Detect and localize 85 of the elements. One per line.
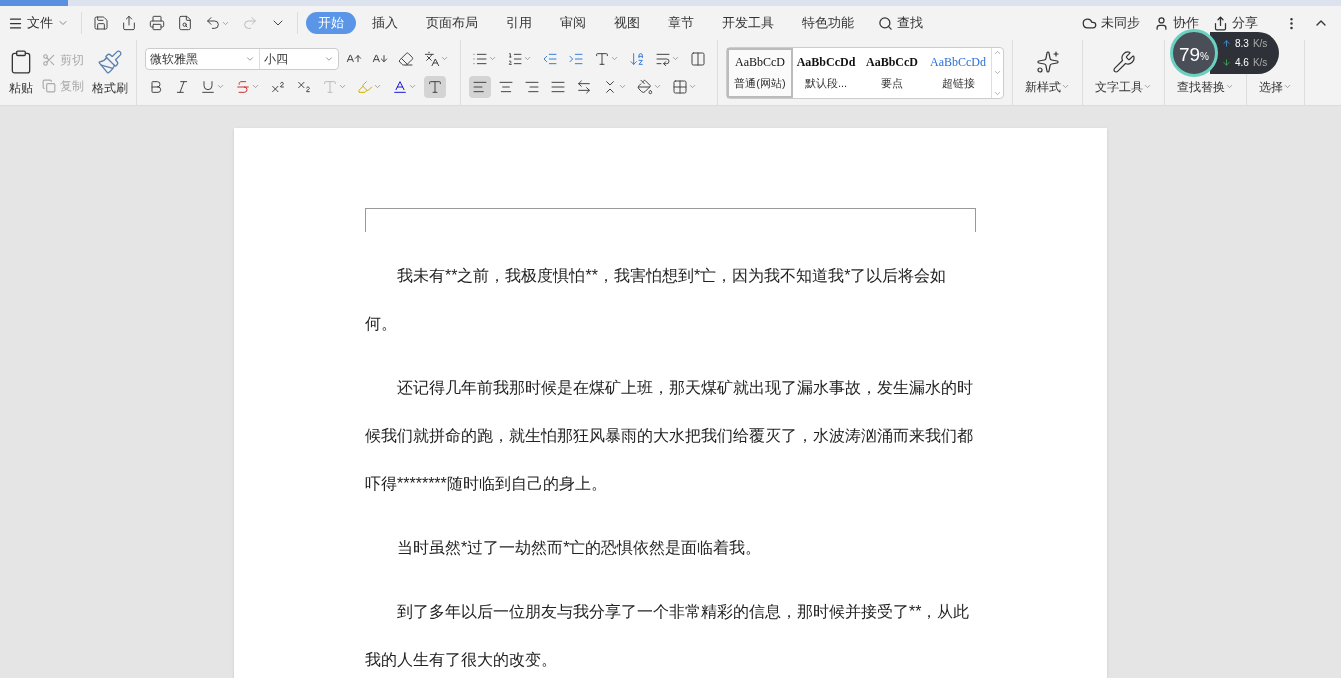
highlight-icon	[357, 78, 373, 95]
align-left-button[interactable]	[469, 75, 491, 98]
sync-button[interactable]: 未同步	[1082, 13, 1140, 33]
percent-value: 79	[1178, 45, 1201, 64]
print-icon	[149, 15, 165, 31]
paragraph: 到了多年以后一位朋友与我分享了一个非常精彩的信息，那时候并接受了**，从此我的人生有了很大的改变。	[365, 602, 971, 670]
caret-icon	[1225, 82, 1234, 91]
search-button[interactable]: 查找	[870, 13, 931, 33]
font-color-icon	[392, 78, 408, 95]
paragraph: 还记得几年前我那时候是在煤矿上班，那天煤矿就出现了漏水事故，发生漏水的时候我们就拼命的跑，就生怕那狂风暴雨的大水把我们给覆灭了，水波涛汹涌而来我们都吓得********随时临到自己的身上。	[365, 378, 974, 494]
caret-icon	[373, 82, 382, 91]
brush-icon	[97, 48, 123, 75]
share-button[interactable]: 分享	[1213, 13, 1258, 33]
caret-icon	[610, 54, 619, 63]
download-icon	[1222, 58, 1231, 67]
caret-icon	[653, 82, 662, 91]
borders-icon	[672, 78, 688, 95]
ribbon-tab[interactable]: 插入	[360, 12, 410, 34]
caret-icon	[338, 82, 347, 91]
speed-unit: K/s	[1252, 37, 1268, 51]
caret-icon	[408, 82, 417, 91]
copy-icon	[42, 78, 56, 93]
file-menu[interactable]: 文件	[8, 13, 77, 33]
caret-icon	[251, 82, 260, 91]
numbered-list-icon	[507, 50, 523, 67]
caret-icon	[671, 54, 680, 63]
collab-button[interactable]: 协作	[1154, 13, 1199, 33]
download-speed: 4.6	[1235, 56, 1249, 70]
style-item[interactable]: AaBbCcD 要点	[859, 47, 925, 98]
undo-icon	[205, 15, 221, 31]
scissors-icon	[42, 52, 56, 67]
eraser-icon	[398, 50, 414, 67]
ribbon-tab[interactable]: 审阅	[548, 12, 598, 34]
caret-icon	[216, 82, 225, 91]
char-shading-button[interactable]	[424, 75, 446, 98]
save-icon	[93, 15, 109, 31]
shading-icon	[637, 78, 653, 95]
format-painter-button[interactable]: 格式刷	[92, 48, 128, 97]
ribbon-tab[interactable]: 章节	[656, 12, 706, 34]
percent-sign: %	[1200, 51, 1209, 64]
style-item[interactable]: AaBbCcDd 超链接	[925, 47, 991, 98]
char-shading-icon	[427, 78, 443, 95]
ribbon-tab[interactable]: 特色功能	[790, 12, 866, 34]
redo-icon	[242, 15, 258, 31]
caret-icon	[1143, 82, 1152, 91]
scroll-down-icon	[993, 68, 1002, 77]
caret-icon	[1061, 82, 1070, 91]
distribute-icon	[576, 78, 592, 95]
ribbon-tool-button[interactable]: 新样式	[1013, 40, 1083, 105]
caret-icon	[523, 54, 532, 63]
paste-button[interactable]: 粘贴	[8, 48, 34, 97]
bold-icon	[148, 78, 164, 95]
style-item[interactable]: AaBbCcD 普通(网站)	[727, 47, 793, 98]
cloud-icon	[1082, 15, 1097, 31]
paragraph: 我未有**之前，我极度惧怕**，我害怕想到*亡，因为我不知道我*了以后将会如何。	[365, 266, 948, 334]
export-icon	[121, 15, 137, 31]
ribbon-tab[interactable]: 引用	[494, 12, 544, 34]
phonetic-icon	[424, 50, 440, 67]
ribbon-tab[interactable]: 开发工具	[710, 12, 786, 34]
columns-icon	[690, 50, 706, 67]
caret-icon	[1283, 82, 1292, 91]
text-effect-icon	[322, 78, 338, 95]
italic-icon	[174, 78, 190, 95]
upload-icon	[1222, 39, 1231, 48]
preview-icon	[177, 15, 193, 31]
wrench-icon	[1111, 49, 1136, 74]
share-icon	[1213, 15, 1228, 31]
caret-icon	[618, 82, 627, 91]
ribbon-tab[interactable]: 视图	[602, 12, 652, 34]
caret-icon	[440, 54, 449, 63]
underline-icon	[200, 78, 216, 95]
style-item[interactable]: AaBbCcDd 默认段...	[793, 47, 859, 98]
strikethrough-icon	[235, 78, 251, 95]
ribbon-tab[interactable]: 页面布局	[414, 12, 490, 34]
menu-icon	[8, 15, 23, 31]
paragraph: 当时虽然*过了一劫然而*亡的恐惧依然是面临着我。	[396, 538, 763, 558]
user-icon	[1154, 15, 1169, 31]
ribbon-tool-button[interactable]: 文字工具	[1083, 40, 1165, 105]
sparkle-icon	[1035, 49, 1060, 74]
search-icon	[878, 15, 893, 31]
sort-icon	[629, 50, 645, 67]
caret-icon	[688, 82, 697, 91]
speed-unit: K/s	[1252, 56, 1268, 70]
upload-speed: 8.3	[1235, 37, 1249, 51]
caret-icon	[488, 54, 497, 63]
